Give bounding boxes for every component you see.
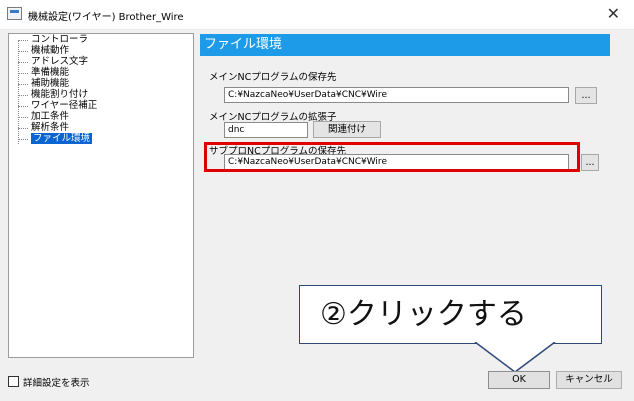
main-nc-ext-field[interactable]: dnc <box>224 122 308 138</box>
callout-pointer <box>474 342 556 373</box>
close-button[interactable]: ✕ <box>607 4 620 24</box>
window-title: 機械設定(ワイヤー) Brother_Wire <box>28 12 184 23</box>
main-nc-save-label: メインNCプログラムの保存先 <box>209 72 337 83</box>
main-nc-save-browse-button[interactable]: ... <box>575 87 597 104</box>
show-detail-checkbox[interactable] <box>8 376 19 387</box>
sub-nc-save-browse-button[interactable]: ... <box>581 154 599 171</box>
ok-button[interactable]: OK <box>488 371 550 389</box>
instruction-callout: ②クリックする <box>299 285 602 344</box>
title-bar: 機械設定(ワイヤー) Brother_Wire ✕ <box>0 0 634 30</box>
panel-header: ファイル環境 <box>200 34 610 56</box>
dialog-body: コントローラ 機械動作 アドレス文字 準備機能 補助機能 機能割り付け ワイヤー… <box>0 30 634 401</box>
cancel-button[interactable]: キャンセル <box>556 371 622 389</box>
show-detail-label: 詳細設定を表示 <box>23 378 90 389</box>
sub-nc-save-path-field[interactable]: C:¥NazcaNeo¥UserData¥CNC¥Wire <box>224 154 569 170</box>
main-nc-save-path-field[interactable]: C:¥NazcaNeo¥UserData¥CNC¥Wire <box>224 87 569 103</box>
associate-button[interactable]: 関連付け <box>313 121 381 138</box>
app-icon <box>7 7 22 20</box>
settings-tree[interactable]: コントローラ 機械動作 アドレス文字 準備機能 補助機能 機能割り付け ワイヤー… <box>8 33 194 358</box>
tree-item-file-environment[interactable]: ファイル環境 <box>18 133 93 145</box>
